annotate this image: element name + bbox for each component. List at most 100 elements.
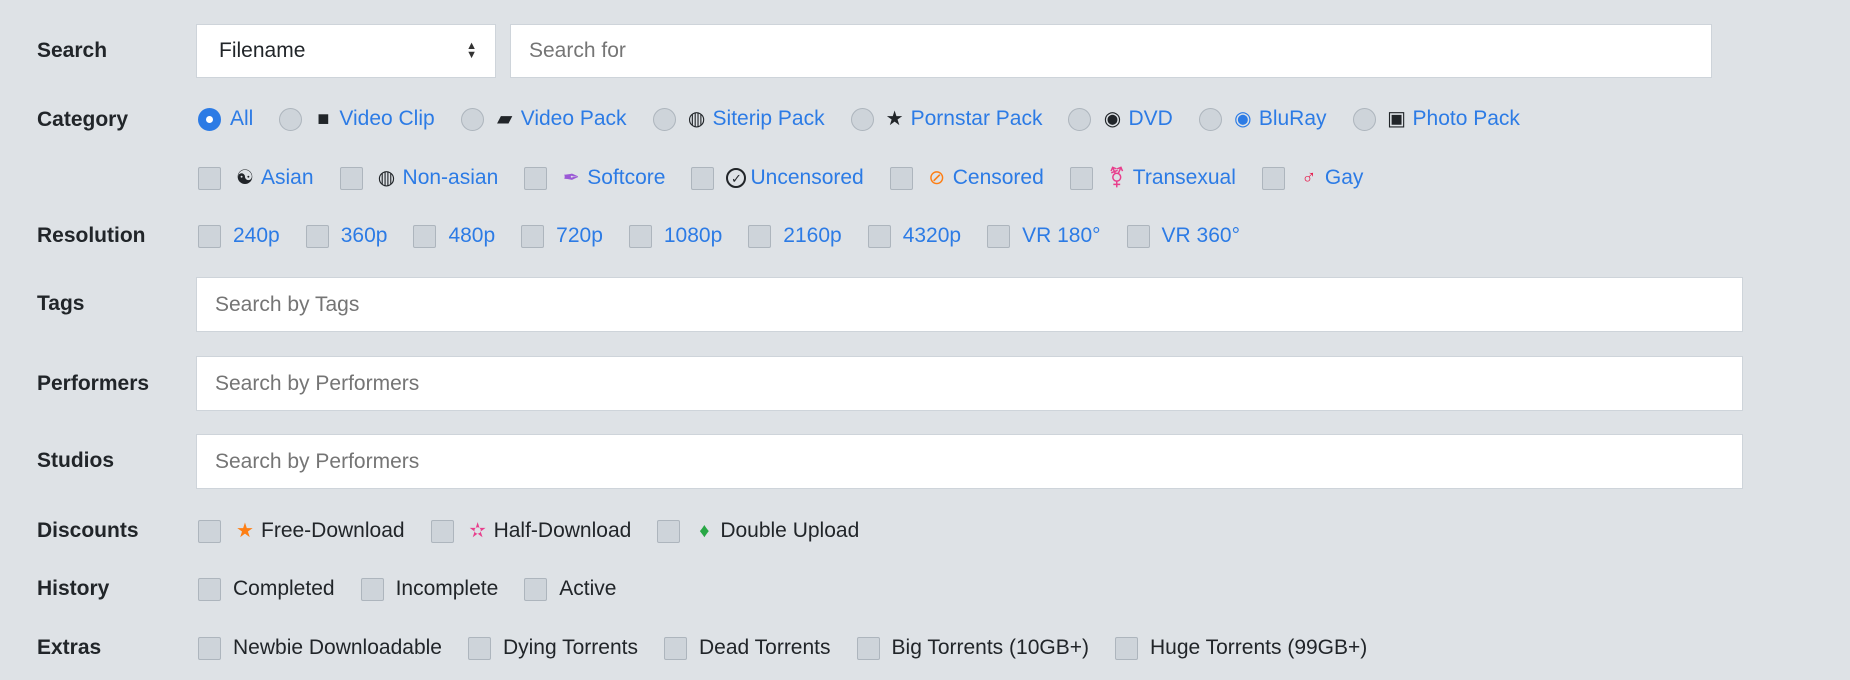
res-option-4320p[interactable]: 4320p (867, 224, 961, 248)
radio-button[interactable] (652, 107, 676, 131)
checkbox[interactable] (413, 224, 437, 248)
checkbox[interactable] (628, 224, 652, 248)
cat-types-option-all[interactable]: All (198, 107, 253, 131)
option-label: Newbie Downloadable (233, 636, 442, 659)
checkbox[interactable] (867, 224, 891, 248)
res-option-1080p[interactable]: 1080p (628, 224, 722, 248)
tags-input[interactable] (196, 277, 1743, 332)
star-icon: ★ (236, 520, 254, 542)
checkbox[interactable] (1126, 224, 1150, 248)
performers-label: Performers (37, 372, 150, 395)
radio-button[interactable] (850, 107, 874, 131)
res-option-240p[interactable]: 240p (198, 224, 280, 248)
cat-filters-option-gay[interactable]: ♂ Gay (1261, 166, 1363, 190)
checkbox[interactable] (198, 166, 221, 190)
checkbox[interactable] (524, 577, 548, 601)
discounts-label: Discounts (37, 519, 139, 542)
option-label: 2160p (783, 224, 842, 247)
res-option-360p[interactable]: 360p (305, 224, 388, 248)
option-label: Asian (261, 166, 314, 189)
search-label: Search (37, 39, 108, 62)
extr-option-huge-torrents-99gb[interactable]: Huge Torrents (99GB+) (1114, 636, 1367, 660)
checkbox[interactable] (1069, 166, 1093, 190)
bluray-disc-icon: ◉ (1234, 108, 1252, 130)
hist-option-active[interactable]: Active (524, 577, 616, 601)
radio-button[interactable] (198, 107, 221, 131)
option-label: Active (559, 577, 617, 600)
cat-types-option-video-pack[interactable]: ▰ Video Pack (460, 107, 627, 131)
radio-button[interactable] (460, 107, 484, 131)
res-option-2160p[interactable]: 2160p (748, 224, 842, 248)
cat-filters-option-transexual[interactable]: ⚧ Transexual (1069, 166, 1236, 190)
checkbox[interactable] (1261, 166, 1285, 190)
disc-icon: ◉ (1103, 108, 1122, 130)
cat-types-option-dvd[interactable]: ◉ DVD (1068, 107, 1173, 131)
checkbox[interactable] (663, 636, 687, 660)
checkbox[interactable] (691, 166, 715, 190)
cat-types-option-pornstar-pack[interactable]: ★ Pornstar Pack (850, 107, 1042, 131)
cat-filters-option-uncensored[interactable]: ✓ Uncensored (691, 166, 864, 190)
res-option-vr-180[interactable]: VR 180° (987, 224, 1101, 248)
search-field-select[interactable]: Filename ▲ ▼ (196, 24, 496, 78)
discount-options: ★ Free-Download ✫ Half-Download ♦ Double Uplo… (198, 519, 885, 543)
option-label: Big Torrents (10GB+) (891, 636, 1089, 659)
radio-button[interactable] (1068, 107, 1092, 131)
studios-label: Studios (37, 449, 114, 472)
disc-option-free-download[interactable]: ★ Free-Download (198, 519, 405, 543)
checkbox[interactable] (657, 519, 681, 543)
radio-button[interactable] (1198, 107, 1222, 131)
checkbox[interactable] (198, 224, 221, 248)
disc-option-double-upload[interactable]: ♦ Double Upload (657, 519, 859, 543)
video-camera-icon: ■ (317, 108, 330, 130)
res-option-480p[interactable]: 480p (413, 224, 495, 248)
checkbox[interactable] (987, 224, 1011, 248)
studios-input[interactable] (196, 434, 1743, 489)
cat-filters-option-non-asian[interactable]: ◍ Non-asian (339, 166, 499, 190)
option-label: DVD (1128, 107, 1173, 130)
hist-option-incomplete[interactable]: Incomplete (360, 577, 498, 601)
checkbox[interactable] (748, 224, 772, 248)
star-icon: ★ (885, 108, 904, 130)
option-label: Completed (233, 577, 335, 600)
cat-filters-option-softcore[interactable]: ✒ Softcore (524, 166, 665, 190)
option-label: VR 360° (1161, 224, 1240, 247)
extr-option-newbie-downloadable[interactable]: Newbie Downloadable (198, 636, 442, 660)
res-option-720p[interactable]: 720p (521, 224, 603, 248)
cat-filters-option-asian[interactable]: ☯ Asian (198, 166, 314, 190)
option-label: VR 180° (1022, 224, 1101, 247)
option-label: Siterip Pack (712, 107, 825, 130)
checkbox[interactable] (1114, 636, 1138, 660)
option-label: Video Clip (339, 107, 435, 130)
res-option-vr-360[interactable]: VR 360° (1126, 224, 1240, 248)
checkbox[interactable] (524, 166, 548, 190)
checkbox[interactable] (856, 636, 880, 660)
cat-types-option-video-clip[interactable]: ■ Video Clip (279, 107, 435, 131)
checkbox[interactable] (360, 577, 384, 601)
option-label: Half-Download (493, 519, 632, 542)
extr-option-dying-torrents[interactable]: Dying Torrents (467, 636, 638, 660)
checkbox[interactable] (198, 577, 221, 601)
radio-button[interactable] (1352, 107, 1376, 131)
checkbox[interactable] (521, 224, 545, 248)
checkbox[interactable] (339, 166, 363, 190)
cat-types-option-bluray[interactable]: ◉ BluRay (1198, 107, 1327, 131)
checkbox[interactable] (305, 224, 329, 248)
performers-input[interactable] (196, 356, 1743, 411)
extr-option-dead-torrents[interactable]: Dead Torrents (663, 636, 831, 660)
option-label: 360p (340, 224, 388, 247)
checkbox[interactable] (198, 636, 221, 660)
option-label: Non-asian (402, 166, 499, 189)
cat-types-option-photo-pack[interactable]: ▣ Photo Pack (1352, 107, 1520, 131)
search-input[interactable] (510, 24, 1712, 78)
extr-option-big-torrents-10gb[interactable]: Big Torrents (10GB+) (856, 636, 1089, 660)
search-field-value: Filename (219, 39, 306, 62)
radio-button[interactable] (279, 107, 303, 131)
cat-types-option-siterip-pack[interactable]: ◍ Siterip Pack (652, 107, 825, 131)
cat-filters-option-censored[interactable]: ⊘ Censored (889, 166, 1044, 190)
hist-option-completed[interactable]: Completed (198, 577, 335, 601)
checkbox[interactable] (889, 166, 913, 190)
checkbox[interactable] (467, 636, 491, 660)
checkbox[interactable] (198, 519, 221, 543)
checkbox[interactable] (430, 519, 454, 543)
disc-option-half-download[interactable]: ✫ Half-Download (430, 519, 632, 543)
